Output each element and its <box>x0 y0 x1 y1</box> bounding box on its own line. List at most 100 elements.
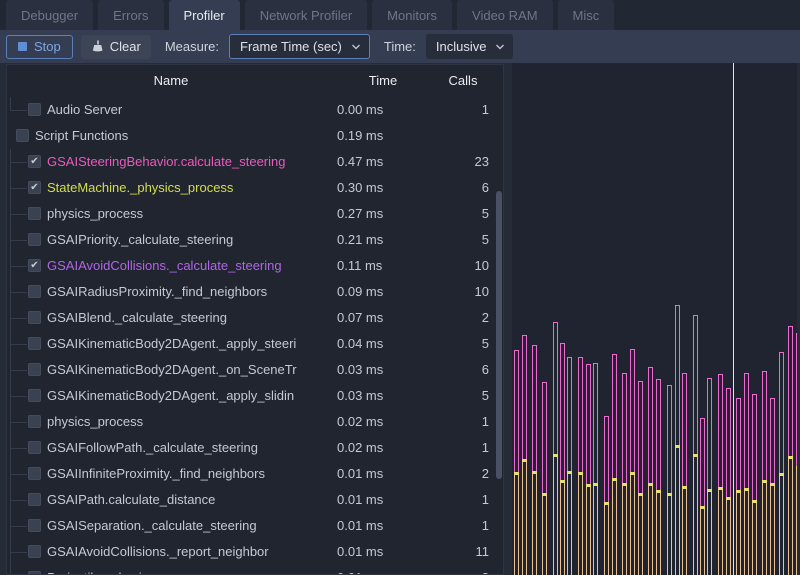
frame-bar-segment-tan <box>675 448 680 575</box>
frame-bar[interactable] <box>752 394 757 575</box>
frame-bar[interactable] <box>693 315 698 575</box>
table-row[interactable]: ✔GSAIAvoidCollisions._calculate_steering… <box>7 253 503 279</box>
table-row[interactable]: GSAIBlend._calculate_steering0.07 ms2 <box>7 305 503 331</box>
row-checkbox[interactable] <box>28 337 41 350</box>
tab-misc[interactable]: Misc <box>558 0 615 30</box>
row-checkbox[interactable] <box>28 207 41 220</box>
row-checkbox[interactable] <box>28 467 41 480</box>
frame-bar[interactable] <box>612 354 617 575</box>
table-row[interactable]: GSAIInfiniteProximity._find_neighbors0.0… <box>7 461 503 487</box>
frame-bar[interactable] <box>726 388 731 575</box>
frame-bar[interactable] <box>718 374 723 575</box>
tree-guide-dash <box>10 500 27 501</box>
row-checkbox-checked[interactable]: ✔ <box>28 155 41 168</box>
row-checkbox[interactable] <box>28 441 41 454</box>
row-checkbox[interactable] <box>16 129 29 142</box>
column-header-calls[interactable]: Calls <box>421 65 504 97</box>
frame-bar[interactable] <box>779 352 784 575</box>
frame-bar-segment-pink <box>752 394 757 500</box>
row-checkbox[interactable] <box>28 493 41 506</box>
table-row[interactable]: ✔StateMachine._physics_process0.30 ms6 <box>7 175 503 201</box>
frame-bar[interactable] <box>560 343 565 575</box>
frame-bar[interactable] <box>604 416 609 575</box>
tab-debugger[interactable]: Debugger <box>6 0 93 30</box>
frame-bar[interactable] <box>542 382 547 575</box>
frame-bar[interactable] <box>622 373 627 575</box>
row-time: 0.01 ms <box>337 565 383 574</box>
row-checkbox[interactable] <box>28 571 41 574</box>
row-time: 0.00 ms <box>337 97 383 123</box>
frame-bar[interactable] <box>522 335 527 575</box>
table-row[interactable]: GSAISeparation._calculate_steering0.01 m… <box>7 513 503 539</box>
frame-bar-segment-pink <box>796 333 797 466</box>
frame-bar[interactable] <box>707 378 712 575</box>
frame-bar[interactable] <box>593 363 598 575</box>
frame-bar[interactable] <box>667 385 672 575</box>
frame-bar[interactable] <box>736 398 741 575</box>
table-row[interactable]: Script Functions0.19 ms <box>7 123 503 149</box>
tab-errors[interactable]: Errors <box>98 0 163 30</box>
time-dropdown[interactable]: Inclusive <box>426 34 514 59</box>
row-checkbox[interactable] <box>28 363 41 376</box>
row-checkbox[interactable] <box>28 285 41 298</box>
row-checkbox[interactable] <box>28 415 41 428</box>
table-row[interactable]: GSAIFollowPath._calculate_steering0.02 m… <box>7 435 503 461</box>
table-row[interactable]: Audio Server0.00 ms1 <box>7 97 503 123</box>
column-header-name[interactable]: Name <box>71 65 271 97</box>
table-row[interactable]: ✔ GSAISteeringBehavior.calculate_steering… <box>7 149 503 175</box>
stop-icon <box>18 42 27 51</box>
frame-bar[interactable] <box>630 349 635 575</box>
frame-bar[interactable] <box>700 418 705 575</box>
row-checkbox[interactable] <box>28 311 41 324</box>
frame-bar-segment-tan <box>770 486 775 575</box>
frame-bar[interactable] <box>788 326 793 575</box>
frame-bar[interactable] <box>762 371 767 575</box>
row-name: GSAISteeringBehavior.calculate_steering <box>47 149 331 175</box>
frame-bar[interactable] <box>675 305 680 575</box>
table-row[interactable]: GSAIRadiusProximity._find_neighbors0.09 … <box>7 279 503 305</box>
row-checkbox[interactable] <box>28 519 41 532</box>
frame-bar[interactable] <box>578 357 583 575</box>
row-checkbox[interactable] <box>28 389 41 402</box>
frame-bar[interactable] <box>682 373 687 575</box>
tab-video-ram[interactable]: Video RAM <box>457 0 553 30</box>
row-checkbox[interactable] <box>28 103 41 116</box>
table-row[interactable]: GSAIPriority._calculate_steering0.21 ms5 <box>7 227 503 253</box>
row-checkbox[interactable] <box>28 545 41 558</box>
tab-profiler[interactable]: Profiler <box>169 0 240 30</box>
tab-monitors[interactable]: Monitors <box>372 0 452 30</box>
row-time: 0.47 ms <box>337 149 383 175</box>
frame-bar[interactable] <box>532 345 537 575</box>
clear-button[interactable]: Clear <box>81 35 151 59</box>
table-scrollbar-thumb[interactable] <box>496 191 502 479</box>
frame-time-graph[interactable] <box>512 63 797 575</box>
frame-bar[interactable] <box>744 373 749 575</box>
column-header-time[interactable]: Time <box>337 65 429 97</box>
table-row[interactable]: physics_process0.02 ms1 <box>7 409 503 435</box>
frame-bar[interactable] <box>638 381 643 575</box>
table-row[interactable]: GSAIKinematicBody2DAgent._apply_steeri0.… <box>7 331 503 357</box>
table-row[interactable]: GSAIPath.calculate_distance0.01 ms1 <box>7 487 503 513</box>
table-row[interactable]: Projectile._physics_process0.01 ms3 <box>7 565 503 574</box>
frame-bar[interactable] <box>553 322 558 575</box>
measure-dropdown[interactable]: Frame Time (sec) <box>229 34 370 59</box>
frame-bar[interactable] <box>514 350 519 575</box>
table-row[interactable]: GSAIAvoidCollisions._report_neighbor0.01… <box>7 539 503 565</box>
row-checkbox-checked[interactable]: ✔ <box>28 259 41 272</box>
stop-button[interactable]: Stop <box>6 35 73 59</box>
frame-bar[interactable] <box>586 364 591 575</box>
row-time: 0.01 ms <box>337 487 383 513</box>
table-row[interactable]: GSAIKinematicBody2DAgent._on_SceneTr0.03… <box>7 357 503 383</box>
table-row[interactable]: physics_process0.27 ms5 <box>7 201 503 227</box>
frame-bar-segment-pink <box>578 357 583 472</box>
frame-bar[interactable] <box>648 367 653 575</box>
debugger-tab-bar: DebuggerErrorsProfilerNetwork ProfilerMo… <box>0 0 800 30</box>
frame-bar[interactable] <box>796 333 797 575</box>
table-row[interactable]: GSAIKinematicBody2DAgent._apply_slidin0.… <box>7 383 503 409</box>
row-checkbox[interactable] <box>28 233 41 246</box>
frame-bar[interactable] <box>567 357 572 575</box>
row-checkbox-checked[interactable]: ✔ <box>28 181 41 194</box>
tab-network-profiler[interactable]: Network Profiler <box>245 0 367 30</box>
frame-bar[interactable] <box>770 398 775 575</box>
frame-bar[interactable] <box>656 379 661 575</box>
